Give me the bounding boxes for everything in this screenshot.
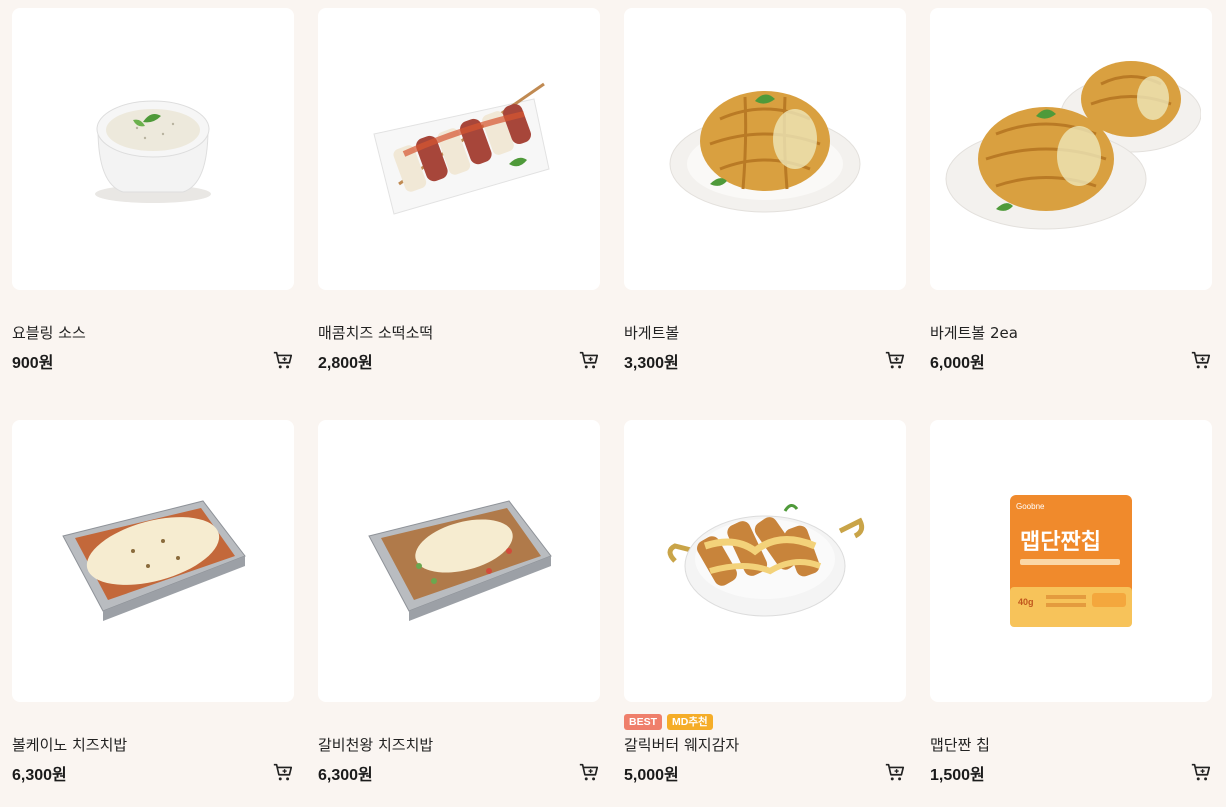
package-brand: Goobne [1016,502,1045,511]
product-card[interactable]: 바게트볼 3,300원 [624,8,906,378]
product-price: 6,300원 [12,767,67,784]
product-card[interactable]: Goobne 맵단짠칩 40g 맵단짠 칩 1,500원 [930,420,1212,790]
cart-icon[interactable] [884,349,906,371]
product-image-cheese-rice[interactable] [12,420,294,702]
product-name[interactable]: 볼케이노 치즈치밥 [12,734,127,755]
product-image-two-baguette-balls[interactable] [930,8,1212,290]
product-name[interactable]: 매콤치즈 소떡소떡 [318,322,433,343]
product-card[interactable]: 갈비천왕 치즈치밥 6,300원 [318,420,600,790]
product-card[interactable]: 매콤치즈 소떡소떡 2,800원 [318,8,600,378]
product-image-wedge-potato[interactable] [624,420,906,702]
cart-icon[interactable] [1190,761,1212,783]
badge-group: BEST MD추천 [624,714,713,730]
product-name[interactable]: 바게트볼 2ea [930,322,1018,343]
cart-icon[interactable] [1190,349,1212,371]
cart-icon[interactable] [272,761,294,783]
product-grid: 요블링 소스 900원 매콤치즈 소떡소떡 2,800원 바게트볼 3,300원… [0,0,1226,807]
product-card[interactable]: 볼케이노 치즈치밥 6,300원 [12,420,294,790]
product-image-sausage-skewer[interactable] [318,8,600,290]
product-price: 1,500원 [930,767,985,784]
product-price: 5,000원 [624,767,679,784]
best-badge: BEST [624,714,663,730]
product-price: 6,000원 [930,355,985,372]
product-image-white-sauce[interactable] [12,8,294,290]
product-name[interactable]: 바게트볼 [624,322,679,343]
product-price: 900원 [12,355,54,372]
package-weight: 40g [1018,597,1034,607]
product-image-baguette-ball[interactable] [624,8,906,290]
product-price: 6,300원 [318,767,373,784]
md-recommend-badge: MD추천 [667,714,713,730]
cart-icon[interactable] [884,761,906,783]
cart-icon[interactable] [578,349,600,371]
product-card[interactable]: 바게트볼 2ea 6,000원 [930,8,1212,378]
product-name[interactable]: 갈릭버터 웨지감자 [624,734,739,755]
product-name[interactable]: 맵단짠 칩 [930,734,990,755]
product-image-chip-bag[interactable]: Goobne 맵단짠칩 40g [930,420,1212,702]
cart-icon[interactable] [272,349,294,371]
product-price: 2,800원 [318,355,373,372]
product-price: 3,300원 [624,355,679,372]
product-name[interactable]: 갈비천왕 치즈치밥 [318,734,433,755]
product-card[interactable]: BEST MD추천 갈릭버터 웨지감자 5,000원 [624,420,906,790]
product-name[interactable]: 요블링 소스 [12,322,86,343]
product-image-galbi-cheese-rice[interactable] [318,420,600,702]
product-card[interactable]: 요블링 소스 900원 [12,8,294,378]
package-title: 맵단짠칩 [1020,530,1101,555]
cart-icon[interactable] [578,761,600,783]
